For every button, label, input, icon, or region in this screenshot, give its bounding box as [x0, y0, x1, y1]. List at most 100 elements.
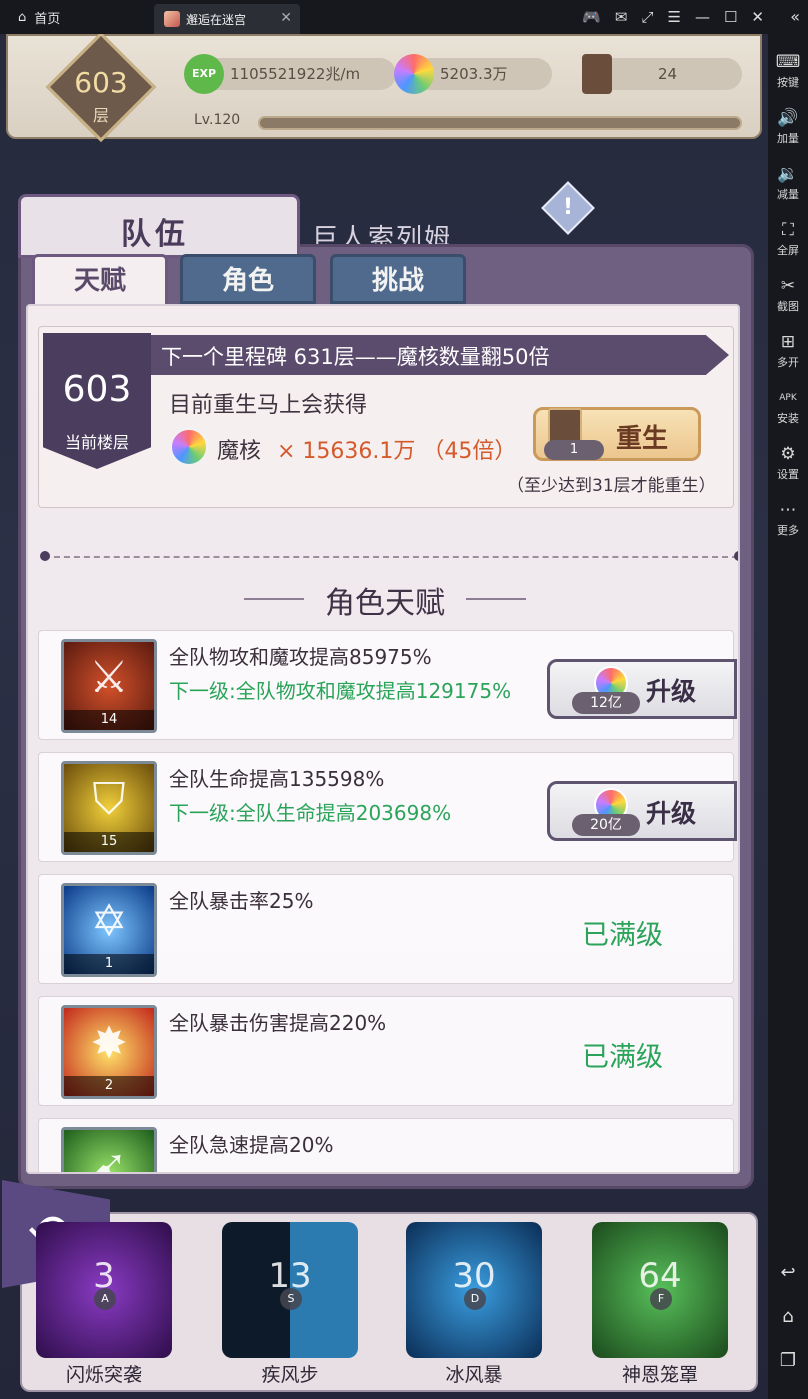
- recent-apps-icon[interactable]: ❐: [768, 1350, 808, 1371]
- sword-glyph: ⚔: [89, 652, 129, 703]
- talent-level: 2: [64, 1076, 154, 1096]
- current-floor-badge: 603 当前楼层: [43, 333, 151, 469]
- emulator-sidebar: ⌨ 按键 🔊 加量 🔉 减量 ⛶ 全屏 ✂ 截图 ⊞ 多开 APK 安装 ⚙ 设置 ⋯ 更多 ↩ …: [768, 34, 808, 1399]
- sidebar-item-label: 安装: [777, 412, 799, 425]
- close-tab-icon[interactable]: ✕: [280, 10, 292, 26]
- current-floor-number: 603: [62, 369, 132, 410]
- sidebar-item-settings[interactable]: ⚙ 设置: [768, 444, 808, 482]
- floor-number: 603: [74, 66, 128, 99]
- skill-name: 闪烁突袭: [65, 1364, 142, 1386]
- game-avatar-icon: [164, 11, 180, 27]
- sidebar-item-keys[interactable]: ⌨ 按键: [768, 52, 808, 90]
- maximize-icon[interactable]: ☐: [724, 8, 737, 26]
- rebirth-button[interactable]: 1 重生: [533, 407, 701, 461]
- panel-title-banner: 队伍: [18, 194, 300, 258]
- exp-rate: EXP 1105521922兆/m: [184, 54, 396, 94]
- skill-slot[interactable]: 3 A: [36, 1222, 172, 1358]
- talent-next-level: 下一级:全队生命提高203698%: [169, 801, 452, 825]
- home-icon: ⌂: [18, 9, 27, 25]
- skill-hotkey: A: [94, 1288, 116, 1310]
- talent-name: 全队急速提高20%: [169, 1133, 334, 1157]
- talent-level: 1: [64, 954, 154, 974]
- shield-icon: ⛉ 15: [61, 761, 157, 855]
- more-icon: ⋯: [779, 500, 797, 520]
- skill-slot[interactable]: 64 F: [592, 1222, 728, 1358]
- sidebar-item-label: 设置: [777, 468, 799, 481]
- talent-row: ✡ 1 全队暴击率25% 已满级: [38, 874, 734, 984]
- apk-icon: APK: [779, 393, 797, 403]
- gear-icon: ⚙: [780, 444, 796, 464]
- speed-icon: ➹: [61, 1127, 157, 1174]
- talent-next-level: 下一级:全队物攻和魔攻提高129175%: [169, 679, 512, 703]
- exp-rate-value: 1105521922兆/m: [230, 65, 361, 83]
- back-nav-icon[interactable]: ↩: [768, 1262, 808, 1283]
- skill-hotkey: S: [280, 1288, 302, 1310]
- tab-talent[interactable]: 天赋: [32, 254, 168, 310]
- burst-glyph: ✸: [90, 1018, 128, 1069]
- skill-name: 疾风步: [261, 1364, 319, 1386]
- sidebar-item-volume-up[interactable]: 🔊 加量: [768, 108, 808, 146]
- book-count-value: 24: [658, 65, 678, 83]
- max-level-label: 已满级: [582, 1042, 663, 1073]
- talent-level: 14: [64, 710, 154, 730]
- home-tab[interactable]: ⌂ 首页: [8, 4, 148, 30]
- rebirth-label: 重生: [616, 424, 669, 454]
- talent-row: ➹ 全队急速提高20%: [38, 1118, 734, 1174]
- volume-down-icon: 🔉: [777, 164, 799, 184]
- talent-level: 15: [64, 832, 154, 852]
- skill-slot[interactable]: 30 D: [406, 1222, 542, 1358]
- panel-title: 队伍: [121, 217, 189, 252]
- rebirth-reward-intro: 目前重生马上会获得: [169, 393, 368, 418]
- sidebar-item-label: 按键: [777, 76, 799, 89]
- sidebar-item-fullscreen[interactable]: ⛶ 全屏: [768, 220, 808, 258]
- volume-up-icon: 🔊: [777, 108, 799, 128]
- upgrade-cost: 20亿: [572, 814, 640, 836]
- burst-icon: ✸ 2: [61, 1005, 157, 1099]
- alert-mark: !: [562, 195, 574, 220]
- exp-heart-icon: EXP: [184, 54, 224, 94]
- skill-slot[interactable]: 13 S: [222, 1222, 358, 1358]
- shield-glyph: ⛉: [92, 774, 126, 825]
- level-progress-bar: [258, 116, 742, 130]
- alert-icon[interactable]: !: [541, 181, 595, 235]
- talent-row: ⚔ 14 全队物攻和魔攻提高85975% 下一级:全队物攻和魔攻提高129175%…: [38, 630, 737, 740]
- book-count: 24: [582, 54, 742, 94]
- upgrade-button[interactable]: 12亿 升级: [547, 659, 737, 719]
- upgrade-label: 升级: [646, 677, 697, 706]
- floor-unit: 层: [92, 106, 109, 125]
- sidebar-item-multi[interactable]: ⊞ 多开: [768, 332, 808, 370]
- talent-name: 全队物攻和魔攻提高85975%: [169, 645, 432, 669]
- mail-icon[interactable]: ✉: [615, 8, 628, 26]
- divider: [44, 556, 738, 558]
- home-nav-icon[interactable]: ⌂: [768, 1306, 808, 1327]
- menu-icon[interactable]: ☰: [668, 8, 681, 26]
- sidebar-item-volume-down[interactable]: 🔉 减量: [768, 164, 808, 202]
- speed-glyph: ➹: [90, 1140, 128, 1174]
- magic-core-count: 5203.3万: [394, 54, 552, 94]
- title-bar: ⌂ 首页 邂逅在迷宫 ✕ 🎮 ✉ ⤢ ☰ — ☐ ✕ «: [0, 0, 808, 34]
- game-tab-label: 邂逅在迷宫: [186, 12, 247, 27]
- max-level-label: 已满级: [582, 920, 663, 951]
- tab-character[interactable]: 角色: [180, 254, 316, 304]
- hexagram-icon: ✡ 1: [61, 883, 157, 977]
- sidebar-item-more[interactable]: ⋯ 更多: [768, 500, 808, 538]
- close-window-icon[interactable]: ✕: [751, 8, 764, 26]
- tab-challenge[interactable]: 挑战: [330, 254, 466, 304]
- rebirth-requirement: （至少达到31层才能重生）: [507, 476, 716, 496]
- sidebar-item-install[interactable]: APK 安装: [768, 388, 808, 426]
- rebirth-cost: 1: [544, 440, 604, 460]
- collapse-sidebar-icon[interactable]: «: [790, 7, 800, 26]
- reward-value: × 15636.1万 （45倍）: [277, 439, 517, 464]
- minimize-icon[interactable]: —: [695, 8, 710, 26]
- book-icon: [582, 54, 612, 94]
- sidebar-item-screenshot[interactable]: ✂ 截图: [768, 276, 808, 314]
- skill-name: 神恩笼罩: [621, 1364, 698, 1386]
- gamepad-icon[interactable]: 🎮: [582, 8, 601, 26]
- sidebar-item-label: 加量: [777, 132, 799, 145]
- reward-name: 魔核: [217, 439, 262, 464]
- game-tab[interactable]: 邂逅在迷宫 ✕: [154, 4, 300, 34]
- screen-rotate-icon[interactable]: ⤢: [642, 8, 654, 26]
- upgrade-button[interactable]: 20亿 升级: [547, 781, 737, 841]
- title-ornament-right: [466, 598, 526, 600]
- sword-icon: ⚔ 14: [61, 639, 157, 733]
